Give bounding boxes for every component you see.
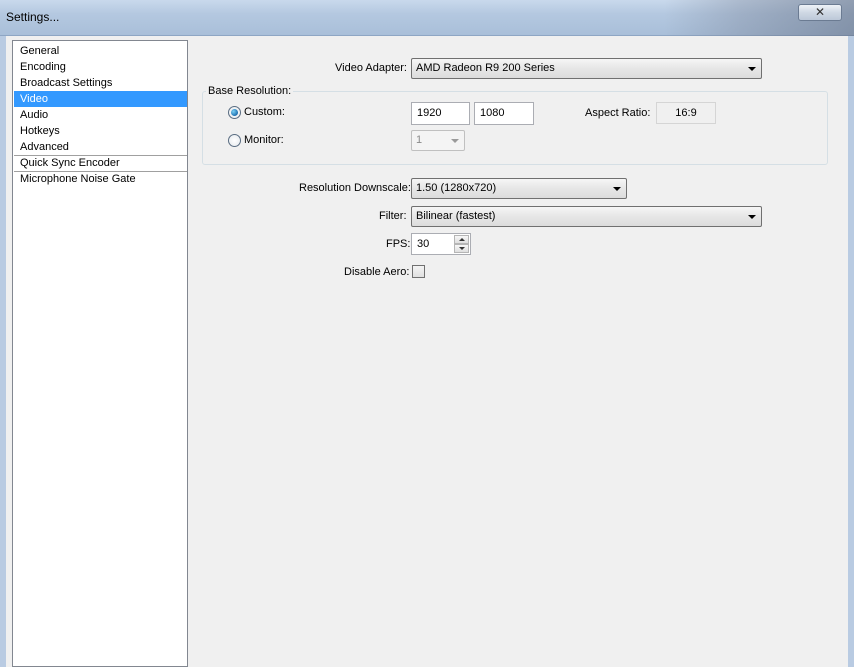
decrement-icon[interactable] bbox=[454, 244, 469, 253]
aspect-ratio-label: Aspect Ratio: bbox=[585, 107, 651, 119]
window-right-border bbox=[848, 36, 854, 667]
sidebar-item-audio[interactable]: Audio bbox=[14, 107, 187, 123]
window-left-border bbox=[0, 36, 6, 667]
aspect-ratio-value: 16:9 bbox=[656, 102, 716, 124]
close-icon: ✕ bbox=[814, 5, 826, 19]
custom-resolution-label: Custom: bbox=[244, 106, 285, 118]
sidebar-item-quick-sync-encoder[interactable]: Quick Sync Encoder bbox=[14, 155, 187, 171]
filter-label: Filter: bbox=[379, 210, 407, 222]
fps-stepper[interactable]: 30 bbox=[411, 233, 471, 255]
resolution-width-value: 1920 bbox=[417, 107, 442, 119]
sidebar-item-broadcast-settings[interactable]: Broadcast Settings bbox=[14, 75, 187, 91]
sidebar-item-hotkeys[interactable]: Hotkeys bbox=[14, 123, 187, 139]
fps-stepper-buttons bbox=[454, 235, 469, 253]
disable-aero-checkbox[interactable] bbox=[412, 265, 425, 278]
close-button[interactable]: ✕ bbox=[798, 4, 842, 21]
sidebar-item-general[interactable]: General bbox=[14, 43, 187, 59]
base-resolution-title: Base Resolution: bbox=[206, 85, 294, 97]
sidebar-item-advanced[interactable]: Advanced bbox=[14, 139, 187, 155]
chevron-down-icon bbox=[748, 215, 756, 219]
chevron-down-icon bbox=[451, 139, 459, 143]
filter-value: Bilinear (fastest) bbox=[416, 210, 496, 222]
sidebar-item-encoding[interactable]: Encoding bbox=[14, 59, 187, 75]
disable-aero-label: Disable Aero: bbox=[344, 266, 410, 278]
chevron-down-icon bbox=[748, 67, 756, 71]
chevron-down-icon bbox=[613, 187, 621, 191]
increment-icon[interactable] bbox=[454, 235, 469, 244]
video-adapter-value: AMD Radeon R9 200 Series bbox=[416, 62, 555, 74]
monitor-select-value: 1 bbox=[416, 134, 423, 146]
resolution-downscale-select[interactable]: 1.50 (1280x720) bbox=[411, 178, 627, 199]
video-adapter-label: Video Adapter: bbox=[335, 62, 407, 74]
fps-label: FPS: bbox=[386, 238, 411, 250]
video-adapter-select[interactable]: AMD Radeon R9 200 Series bbox=[411, 58, 762, 79]
settings-category-list[interactable]: General Encoding Broadcast Settings Vide… bbox=[12, 40, 188, 667]
resolution-downscale-label: Resolution Downscale: bbox=[299, 182, 411, 194]
monitor-select[interactable]: 1 bbox=[411, 130, 465, 151]
resolution-downscale-value: 1.50 (1280x720) bbox=[416, 182, 497, 194]
monitor-resolution-label: Monitor: bbox=[244, 134, 284, 146]
resolution-width-input[interactable]: 1920 bbox=[411, 102, 470, 125]
resolution-height-value: 1080 bbox=[480, 107, 505, 119]
fps-value: 30 bbox=[417, 238, 430, 250]
sidebar-item-microphone-noise-gate[interactable]: Microphone Noise Gate bbox=[14, 171, 187, 187]
window-title: Settings... bbox=[6, 10, 60, 24]
sidebar-item-video[interactable]: Video bbox=[14, 91, 187, 107]
filter-select[interactable]: Bilinear (fastest) bbox=[411, 206, 762, 227]
monitor-resolution-radio[interactable] bbox=[228, 134, 241, 147]
custom-resolution-radio[interactable] bbox=[228, 106, 241, 119]
resolution-height-input[interactable]: 1080 bbox=[474, 102, 534, 125]
title-bar: Settings... ✕ bbox=[0, 0, 854, 36]
